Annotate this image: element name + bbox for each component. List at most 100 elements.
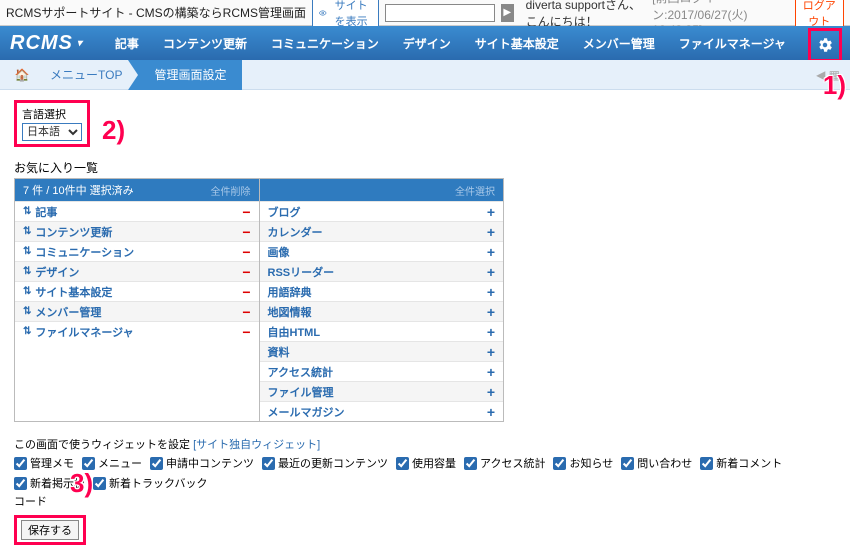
available-row[interactable]: ブログ+	[260, 201, 504, 221]
widget-label: 新着掲示板	[30, 475, 85, 491]
selected-row[interactable]: ⇅デザイン−	[15, 261, 259, 281]
nav-item-2[interactable]: コミュニケーション	[259, 35, 391, 52]
drag-icon: ⇅	[23, 326, 31, 337]
available-row[interactable]: 地図情報 +	[260, 301, 504, 321]
available-row[interactable]: メールマガジン +	[260, 401, 504, 421]
add-icon[interactable]: +	[487, 224, 495, 240]
selected-row[interactable]: ⇅コミュニケーション−	[15, 241, 259, 261]
add-icon[interactable]: +	[487, 204, 495, 220]
gear-icon	[816, 36, 834, 54]
available-row[interactable]: アクセス統計+	[260, 361, 504, 381]
available-label: カレンダー	[268, 224, 323, 240]
widget-check-4[interactable]: 使用容量	[396, 455, 456, 471]
selected-label: メンバー管理	[35, 304, 101, 320]
available-row[interactable]: 資料+	[260, 341, 504, 361]
nav-item-4[interactable]: サイト基本設定	[463, 35, 571, 52]
add-icon[interactable]: +	[487, 344, 495, 360]
logout-label: ログアウト	[803, 0, 836, 28]
add-icon[interactable]: +	[487, 244, 495, 260]
drag-icon: ⇅	[23, 306, 31, 317]
available-row[interactable]: 自由HTML +	[260, 321, 504, 341]
remove-icon[interactable]: −	[242, 284, 250, 300]
search-input[interactable]	[385, 4, 495, 22]
home-icon[interactable]: 🏠	[10, 68, 34, 82]
widget-check-7[interactable]: 問い合わせ	[621, 455, 692, 471]
widget-check-1[interactable]: メニュー	[82, 455, 142, 471]
available-row[interactable]: ファイル管理+	[260, 381, 504, 401]
checkbox[interactable]	[150, 457, 163, 470]
nav-item-0[interactable]: 記事	[103, 35, 151, 52]
breadcrumb-menu-top[interactable]: メニューTOP	[34, 60, 138, 90]
selected-label: ファイルマネージャ	[35, 324, 133, 340]
annotation-box-1	[808, 28, 842, 62]
selected-row[interactable]: ⇅ メンバー管理 −	[15, 301, 259, 321]
available-label: 地図情報	[268, 304, 312, 320]
nav-item-1[interactable]: コンテンツ更新	[151, 35, 259, 52]
settings-button[interactable]	[812, 32, 838, 58]
search-button[interactable]: ▶	[501, 4, 514, 22]
add-icon[interactable]: +	[487, 304, 495, 320]
widget-check-0[interactable]: 管理メモ	[14, 455, 74, 471]
save-button[interactable]: 保存する	[21, 520, 79, 540]
favorites-available-header: 全件選択	[260, 179, 504, 201]
nav-item-6[interactable]: ファイルマネージャ	[667, 35, 798, 52]
remove-icon[interactable]: −	[242, 264, 250, 280]
breadcrumb-tail-icon: ◀ ▦	[816, 68, 840, 82]
widget-check-5[interactable]: アクセス統計	[464, 455, 545, 471]
available-label: RSSリーダー	[268, 264, 335, 280]
breadcrumb-current: 管理画面設定	[138, 60, 242, 90]
checkbox[interactable]	[14, 457, 27, 470]
selected-label: サイト基本設定	[35, 284, 112, 300]
selected-row[interactable]: ⇅コンテンツ更新−	[15, 221, 259, 241]
widget-check-10[interactable]: 新着トラックバック	[93, 475, 207, 491]
nav-item-5[interactable]: メンバー管理	[571, 35, 667, 52]
selected-label: 記事	[35, 204, 57, 220]
available-label: 自由HTML	[268, 324, 321, 340]
selected-row[interactable]: ⇅記事−	[15, 201, 259, 221]
selected-row[interactable]: ⇅ ファイルマネージャ −	[15, 321, 259, 341]
available-row[interactable]: 画像+	[260, 241, 504, 261]
add-icon[interactable]: +	[487, 284, 495, 300]
add-icon[interactable]: +	[487, 324, 495, 340]
checkbox[interactable]	[700, 457, 713, 470]
checkbox[interactable]	[14, 477, 27, 490]
selected-row[interactable]: ⇅サイト基本設定−	[15, 281, 259, 301]
logo[interactable]: RCMS ▾	[10, 32, 103, 55]
widget-check-6[interactable]: お知らせ	[553, 455, 613, 471]
site-widget-link[interactable]: [サイト独自ウィジェット]	[193, 439, 320, 451]
widget-check-3[interactable]: 最近の更新コンテンツ	[262, 455, 388, 471]
available-row[interactable]: RSSリーダー +	[260, 261, 504, 281]
available-label: メールマガジン	[268, 404, 345, 420]
checkbox[interactable]	[82, 457, 95, 470]
widget-label: 使用容量	[412, 455, 456, 471]
add-icon[interactable]: +	[487, 264, 495, 280]
widget-check-9[interactable]: 新着掲示板	[14, 475, 85, 491]
widget-label: メニュー	[98, 455, 142, 471]
remove-icon[interactable]: −	[242, 244, 250, 260]
select-all-link[interactable]: 全件選択	[455, 183, 495, 198]
widget-label: アクセス統計	[480, 455, 545, 471]
checkbox[interactable]	[396, 457, 409, 470]
remove-icon[interactable]: −	[242, 224, 250, 240]
top-bar: RCMSサポートサイト - CMSの構築ならRCMS管理画面 サイトを表示 ▶ …	[0, 0, 850, 26]
remove-icon[interactable]: −	[242, 324, 250, 340]
add-icon[interactable]: +	[487, 404, 495, 420]
widget-check-2[interactable]: 申請中コンテンツ	[150, 455, 254, 471]
checkbox[interactable]	[553, 457, 566, 470]
checkbox[interactable]	[621, 457, 634, 470]
language-select[interactable]: 日本語	[22, 123, 82, 141]
add-icon[interactable]: +	[487, 364, 495, 380]
available-row[interactable]: カレンダー +	[260, 221, 504, 241]
checkbox[interactable]	[262, 457, 275, 470]
favorites-available-col: 全件選択 ブログ+カレンダー+画像+RSSリーダー+用語辞典+地図情報+自由HT…	[259, 179, 504, 421]
widget-check-8[interactable]: 新着コメント	[700, 455, 782, 471]
checkbox[interactable]	[93, 477, 106, 490]
available-row[interactable]: 用語辞典+	[260, 281, 504, 301]
add-icon[interactable]: +	[487, 384, 495, 400]
checkbox[interactable]	[464, 457, 477, 470]
widget-label: 最近の更新コンテンツ	[278, 455, 388, 471]
remove-icon[interactable]: −	[242, 304, 250, 320]
nav-item-3[interactable]: デザイン	[391, 35, 463, 52]
remove-icon[interactable]: −	[242, 204, 250, 220]
delete-all-link[interactable]: 全件削除	[211, 183, 251, 198]
